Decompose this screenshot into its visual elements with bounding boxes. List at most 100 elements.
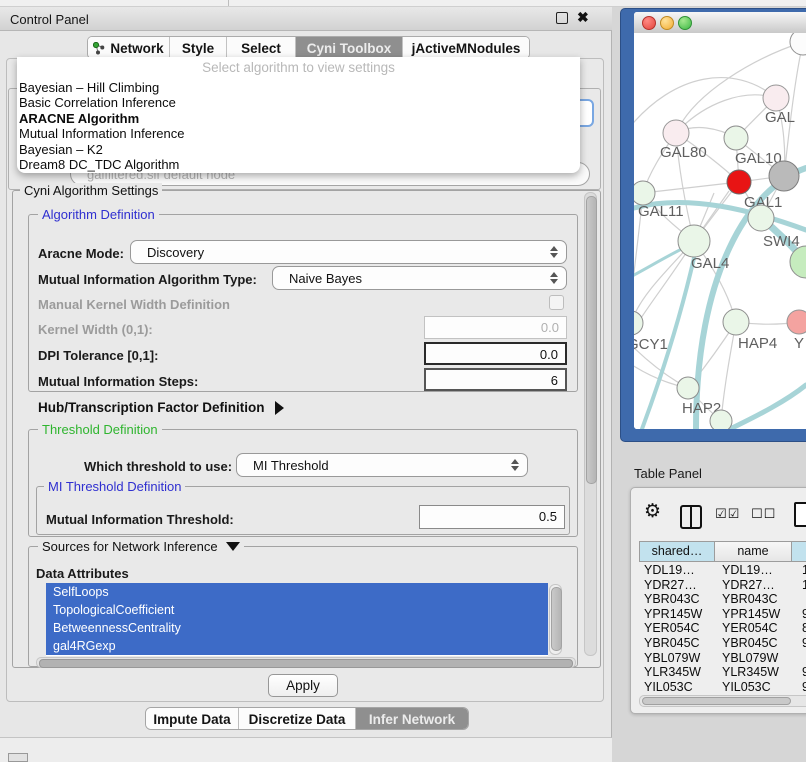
- dpi-tolerance-field[interactable]: 0.0: [424, 342, 567, 365]
- table-row[interactable]: YPR145WYPR145W9.: [639, 607, 806, 622]
- cell: YPR145W: [718, 607, 798, 622]
- network-node-gal4[interactable]: [678, 225, 710, 257]
- network-view-frame: GALGAL80GAL10GAL1GAL11SWI4GAL4GCY1HAP4YH…: [634, 12, 806, 429]
- kernel-width-field[interactable]: 0.0: [424, 316, 567, 339]
- sources-title: Sources for Network Inference: [42, 539, 218, 554]
- attribute-item-selected[interactable]: TopologicalCoefficient: [46, 601, 548, 619]
- gear-icon[interactable]: ⚙: [644, 500, 661, 522]
- tab-impute-data[interactable]: Impute Data: [146, 708, 238, 730]
- tab-select[interactable]: Select: [226, 37, 295, 59]
- table-row[interactable]: YBR045CYBR045C9.: [639, 636, 806, 651]
- select-all-checkboxes-icon[interactable]: ☑☑: [715, 507, 740, 522]
- dropdown-item[interactable]: Dream8 DC_TDC Algorithm: [19, 157, 575, 172]
- cell: 8.: [798, 621, 806, 636]
- network-node[interactable]: [790, 33, 806, 55]
- settings-vertical-scrollbar[interactable]: [584, 192, 597, 656]
- attribute-item-selected[interactable]: gal4RGexp: [46, 637, 548, 655]
- tab-jactivemnodules[interactable]: jActiveMNodules: [402, 37, 529, 59]
- tab-cyni-toolbox[interactable]: Cyni Toolbox: [295, 37, 402, 59]
- network-node-gal10[interactable]: [724, 126, 748, 150]
- apply-button[interactable]: Apply: [268, 674, 338, 697]
- sources-toggle[interactable]: Sources for Network Inference: [38, 539, 244, 554]
- network-node-gal11[interactable]: [634, 181, 655, 205]
- column-header-clipped[interactable]: A: [792, 541, 806, 562]
- column-header-shared[interactable]: shared…: [639, 541, 715, 562]
- table-horizontal-scrollbar-thumb[interactable]: [642, 697, 791, 705]
- mi-threshold-definition-title: MI Threshold Definition: [44, 479, 185, 494]
- float-window-icon[interactable]: [556, 12, 568, 24]
- table-row[interactable]: YDL19…YDL19…13: [639, 563, 806, 578]
- cell: YDL19…: [639, 563, 718, 578]
- cell: 9.: [798, 607, 806, 622]
- tab-infer-network[interactable]: Infer Network: [355, 708, 468, 730]
- network-canvas[interactable]: GALGAL80GAL10GAL1GAL11SWI4GAL4GCY1HAP4YH…: [634, 33, 806, 429]
- tab-discretize-data[interactable]: Discretize Data: [238, 708, 355, 730]
- settings-horizontal-scrollbar-thumb[interactable]: [39, 659, 573, 668]
- network-node-gal1[interactable]: [727, 170, 751, 194]
- mi-algorithm-type-combo[interactable]: Naive Bayes: [272, 266, 567, 290]
- dropdown-item[interactable]: Mutual Information Inference: [19, 126, 575, 141]
- network-node-hap2[interactable]: [677, 377, 699, 399]
- table-row[interactable]: YBR043CYBR043C: [639, 592, 806, 607]
- mi-steps-field[interactable]: 6: [424, 368, 567, 391]
- control-panel-title: Control Panel: [10, 12, 89, 27]
- zoom-traffic-light[interactable]: [678, 16, 692, 30]
- network-node-gcy1[interactable]: [634, 311, 643, 335]
- cell: YBR045C: [718, 636, 798, 651]
- close-icon[interactable]: ✖: [577, 9, 589, 26]
- network-node-gal80[interactable]: [663, 120, 689, 146]
- network-node-y[interactable]: [787, 310, 806, 334]
- network-window-titlebar[interactable]: [634, 12, 806, 34]
- attribute-item-selected[interactable]: SelfLoops: [46, 583, 548, 601]
- attribute-item-selected[interactable]: BetweennessCentrality: [46, 619, 548, 637]
- manual-kernel-width-checkbox[interactable]: [549, 295, 564, 310]
- spinner-icon: [510, 458, 520, 472]
- expand-arrow-icon: [275, 401, 284, 415]
- cyni-settings-title: Cyni Algorithm Settings: [20, 183, 162, 198]
- minimize-traffic-light[interactable]: [660, 16, 674, 30]
- settings-horizontal-scrollbar[interactable]: [36, 657, 576, 668]
- network-node[interactable]: [769, 161, 799, 191]
- tab-style[interactable]: Style: [169, 37, 226, 59]
- table-row[interactable]: YER054CYER054C8.: [639, 621, 806, 636]
- network-view-window[interactable]: GALGAL80GAL10GAL1GAL11SWI4GAL4GCY1HAP4YH…: [620, 8, 806, 442]
- settings-vertical-scrollbar-thumb[interactable]: [586, 196, 597, 484]
- minimized-panel-icon[interactable]: [8, 753, 28, 762]
- bottom-strip: [0, 738, 612, 762]
- dropdown-item[interactable]: Bayesian – K2: [19, 142, 575, 157]
- mi-threshold-field[interactable]: 0.5: [419, 505, 565, 529]
- table-row[interactable]: YDR27…YDR27…12: [639, 578, 806, 593]
- table-row[interactable]: YLR345WYLR345W9.: [639, 665, 806, 680]
- network-node-swi4[interactable]: [748, 205, 774, 231]
- columns-icon[interactable]: [680, 505, 702, 529]
- network-node-hap4[interactable]: [723, 309, 749, 335]
- aracne-mode-combo[interactable]: Discovery: [130, 240, 567, 264]
- cell: 12: [798, 578, 806, 593]
- table-row[interactable]: YIL053CYIL053C9: [639, 680, 806, 694]
- control-panel-tabbar: Network Style Select Cyni Toolbox jActiv…: [87, 36, 530, 59]
- deselect-all-checkboxes-icon[interactable]: ☐☐: [751, 507, 776, 522]
- tab-select-label: Select: [241, 37, 281, 59]
- cell: YDL19…: [718, 563, 798, 578]
- close-traffic-light[interactable]: [642, 16, 656, 30]
- table-row[interactable]: YBL079WYBL079W: [639, 651, 806, 666]
- tab-jactivemnodules-label: jActiveMNodules: [412, 37, 521, 59]
- attributes-scrollbar-thumb[interactable]: [551, 587, 562, 651]
- dropdown-item[interactable]: Basic Correlation Inference: [19, 95, 575, 110]
- dropdown-item-selected[interactable]: ARACNE Algorithm: [19, 111, 575, 126]
- collapse-arrow-icon: [226, 542, 240, 551]
- column-header-name[interactable]: name: [715, 541, 792, 562]
- network-node-gal[interactable]: [763, 85, 789, 111]
- dropdown-item[interactable]: Bayesian – Hill Climbing: [19, 80, 575, 95]
- cell: 9: [798, 680, 806, 694]
- dpi-tolerance-label: DPI Tolerance [0,1]:: [38, 348, 158, 363]
- tab-network[interactable]: Network: [88, 37, 169, 59]
- tab-style-label: Style: [182, 37, 214, 59]
- attributes-scrollbar[interactable]: [549, 584, 562, 655]
- cell: YBR043C: [639, 592, 718, 607]
- which-threshold-combo[interactable]: MI Threshold: [236, 453, 528, 477]
- table-horizontal-scrollbar[interactable]: [639, 695, 806, 707]
- network-node[interactable]: [710, 410, 732, 429]
- hub-definition-toggle[interactable]: Hub/Transcription Factor Definition: [38, 400, 284, 415]
- export-table-icon[interactable]: [794, 502, 806, 527]
